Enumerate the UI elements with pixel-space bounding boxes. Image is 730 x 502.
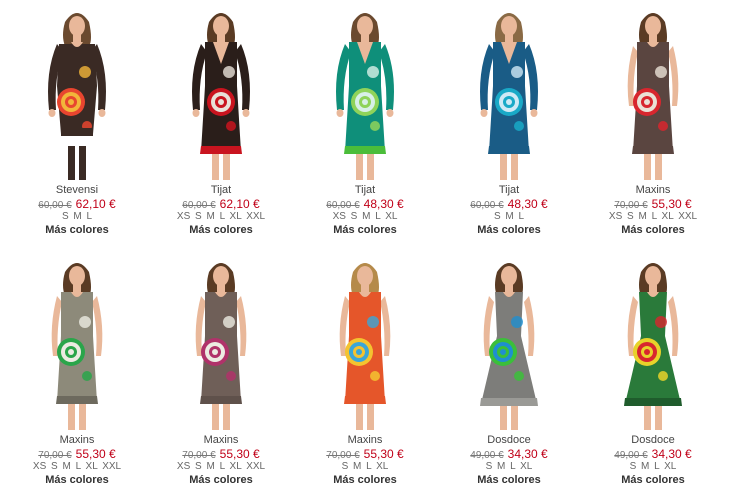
- more-colors-link[interactable]: Más colores: [4, 473, 150, 487]
- dress-illustration: [627, 13, 679, 180]
- more-colors-link[interactable]: Más colores: [436, 223, 582, 237]
- product-price: 70,00 €55,30 €: [148, 447, 294, 461]
- product-card[interactable]: Maxins 70,00 €55,30 € XS S M L XL XXL Má…: [580, 6, 726, 237]
- product-name[interactable]: Maxins: [580, 184, 726, 197]
- product-image[interactable]: [4, 6, 150, 182]
- product-price: 70,00 €55,30 €: [4, 447, 150, 461]
- product-image[interactable]: [436, 256, 582, 432]
- old-price: 49,00 €: [470, 450, 504, 461]
- old-price: 60,00 €: [326, 200, 360, 211]
- product-grid: Stevensi 60,00 €62,10 € S M L Más colore…: [0, 0, 730, 502]
- sale-price: 34,30 €: [507, 447, 548, 461]
- more-colors-link[interactable]: Más colores: [148, 223, 294, 237]
- product-price: 60,00 €48,30 €: [436, 197, 582, 211]
- available-sizes: XS S M L XL XXL: [32, 461, 122, 472]
- more-colors-link[interactable]: Más colores: [436, 473, 582, 487]
- old-price: 70,00 €: [182, 450, 216, 461]
- dress-illustration: [51, 263, 103, 430]
- sale-price: 55,30 €: [219, 447, 260, 461]
- sale-price: 55,30 €: [651, 197, 692, 211]
- product-name[interactable]: Maxins: [148, 434, 294, 447]
- more-colors-link[interactable]: Más colores: [292, 473, 438, 487]
- product-price: 49,00 €34,30 €: [436, 447, 582, 461]
- sale-price: 55,30 €: [75, 447, 116, 461]
- dress-illustration: [336, 13, 394, 180]
- product-name[interactable]: Stevensi: [4, 184, 150, 197]
- sale-price: 62,10 €: [219, 197, 260, 211]
- old-price: 70,00 €: [38, 450, 72, 461]
- dress-illustration: [624, 263, 682, 430]
- old-price: 70,00 €: [614, 200, 648, 211]
- available-sizes: S M L XL: [629, 461, 677, 472]
- dress-illustration: [195, 263, 247, 430]
- product-image[interactable]: [148, 256, 294, 432]
- sale-price: 48,30 €: [507, 197, 548, 211]
- product-card[interactable]: Tijat 60,00 €48,30 € S M L Más colores: [436, 6, 582, 237]
- more-colors-link[interactable]: Más colores: [4, 223, 150, 237]
- more-colors-link[interactable]: Más colores: [580, 473, 726, 487]
- available-sizes: XS S M L XL XXL: [176, 211, 266, 222]
- available-sizes: S M L: [493, 211, 525, 222]
- more-colors-link[interactable]: Más colores: [292, 223, 438, 237]
- sale-price: 34,30 €: [651, 447, 692, 461]
- dress-illustration: [480, 13, 538, 180]
- dress-illustration: [192, 13, 250, 180]
- available-sizes: S M L XL: [341, 461, 389, 472]
- product-price: 60,00 €62,10 €: [4, 197, 150, 211]
- product-card[interactable]: Maxins 70,00 €55,30 € S M L XL Más color…: [292, 256, 438, 487]
- product-price: 60,00 €62,10 €: [148, 197, 294, 211]
- old-price: 60,00 €: [182, 200, 216, 211]
- sale-price: 55,30 €: [363, 447, 404, 461]
- product-card[interactable]: Tijat 60,00 €62,10 € XS S M L XL XXL Más…: [148, 6, 294, 237]
- old-price: 49,00 €: [614, 450, 648, 461]
- product-image[interactable]: [292, 256, 438, 432]
- product-name[interactable]: Tijat: [436, 184, 582, 197]
- available-sizes: XS S M L XL XXL: [608, 211, 698, 222]
- product-card[interactable]: Maxins 70,00 €55,30 € XS S M L XL XXL Má…: [148, 256, 294, 487]
- product-name[interactable]: Tijat: [292, 184, 438, 197]
- product-card[interactable]: Dosdoce 49,00 €34,30 € S M L XL Más colo…: [436, 256, 582, 487]
- product-name[interactable]: Tijat: [148, 184, 294, 197]
- product-image[interactable]: [292, 6, 438, 182]
- product-price: 49,00 €34,30 €: [580, 447, 726, 461]
- product-image[interactable]: [580, 6, 726, 182]
- available-sizes: XS S M L XL XXL: [176, 461, 266, 472]
- product-image[interactable]: [148, 6, 294, 182]
- available-sizes: S M L: [61, 211, 93, 222]
- more-colors-link[interactable]: Más colores: [580, 223, 726, 237]
- old-price: 60,00 €: [470, 200, 504, 211]
- product-image[interactable]: [436, 6, 582, 182]
- sale-price: 48,30 €: [363, 197, 404, 211]
- product-image[interactable]: [580, 256, 726, 432]
- product-card[interactable]: Dosdoce 49,00 €34,30 € S M L XL Más colo…: [580, 256, 726, 487]
- more-colors-link[interactable]: Más colores: [148, 473, 294, 487]
- product-name[interactable]: Dosdoce: [436, 434, 582, 447]
- old-price: 70,00 €: [326, 450, 360, 461]
- available-sizes: S M L XL: [485, 461, 533, 472]
- product-card[interactable]: Maxins 70,00 €55,30 € XS S M L XL XXL Má…: [4, 256, 150, 487]
- product-name[interactable]: Maxins: [292, 434, 438, 447]
- product-image[interactable]: [4, 256, 150, 432]
- old-price: 60,00 €: [38, 200, 72, 211]
- available-sizes: XS S M L XL: [332, 211, 398, 222]
- product-price: 60,00 €48,30 €: [292, 197, 438, 211]
- product-price: 70,00 €55,30 €: [580, 197, 726, 211]
- dress-illustration: [48, 13, 106, 180]
- product-price: 70,00 €55,30 €: [292, 447, 438, 461]
- product-card[interactable]: Tijat 60,00 €48,30 € XS S M L XL Más col…: [292, 6, 438, 237]
- dress-illustration: [339, 263, 391, 430]
- dress-illustration: [480, 263, 538, 430]
- product-name[interactable]: Dosdoce: [580, 434, 726, 447]
- product-card[interactable]: Stevensi 60,00 €62,10 € S M L Más colore…: [4, 6, 150, 237]
- product-name[interactable]: Maxins: [4, 434, 150, 447]
- sale-price: 62,10 €: [75, 197, 116, 211]
